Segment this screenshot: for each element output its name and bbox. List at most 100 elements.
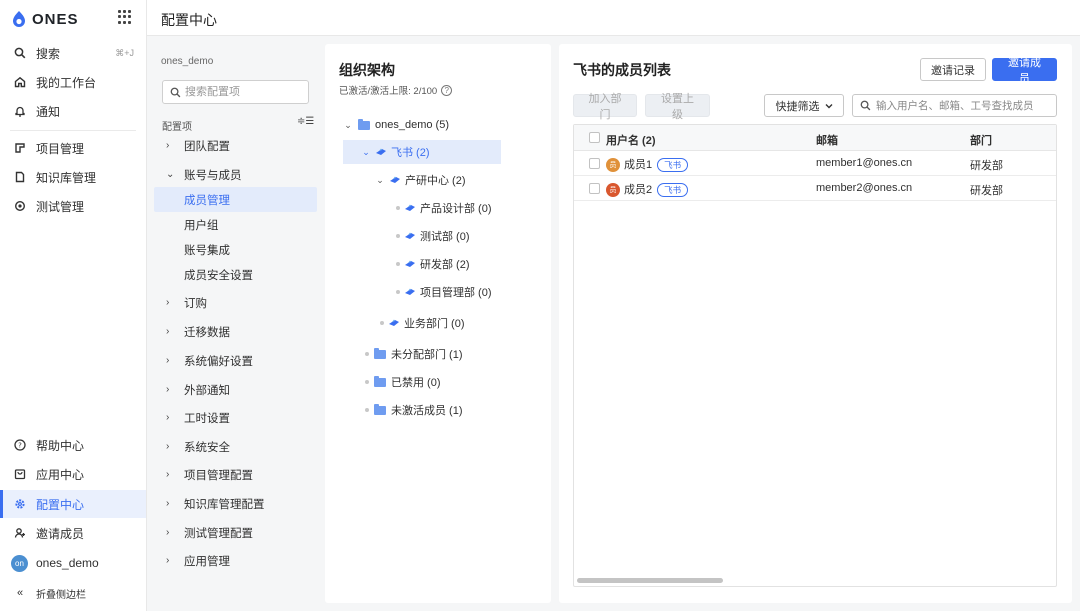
nav-notifications[interactable]: 通知	[0, 97, 146, 125]
cfg-testcase-config[interactable]: › 测试管理配置	[154, 520, 317, 545]
tree-node-label: 产品设计部 (0)	[420, 203, 492, 215]
member-search-box[interactable]	[852, 94, 1057, 117]
invite-member-button[interactable]: 邀请成员	[992, 57, 1057, 85]
help-icon: ?	[14, 439, 26, 451]
member-list-panel: 飞书的成员列表 邀请记录 邀请成员 加入部门 设置上级 快捷筛选 用户名 (2)…	[559, 44, 1072, 603]
tree-node-inactive[interactable]: 未激活成员 (1)	[365, 398, 463, 422]
tree-node-label: 未激活成员 (1)	[391, 405, 463, 417]
tree-node-rd-center[interactable]: ⌄ 产研中心 (2)	[375, 168, 466, 192]
table-row[interactable]: 员成员2 飞书 member2@ones.cn 研发部	[574, 176, 1056, 201]
cfg-worklog-settings[interactable]: › 工时设置	[154, 405, 317, 430]
quick-filter-dropdown[interactable]: 快捷筛选	[764, 94, 844, 117]
wiki-icon	[14, 171, 26, 183]
cfg-subscription[interactable]: › 订购	[154, 290, 317, 315]
page-title: 配置中心	[161, 12, 217, 28]
row-checkbox[interactable]	[589, 158, 600, 169]
folder-icon	[358, 118, 370, 130]
app-grid-icon[interactable]	[118, 10, 132, 24]
source-tag: 飞书	[657, 158, 689, 173]
nav-config-center[interactable]: 配置中心	[0, 490, 146, 518]
quick-filter-label: 快捷筛选	[775, 100, 820, 113]
cfg-data-migration[interactable]: › 迁移数据	[154, 319, 317, 344]
feishu-icon	[389, 319, 399, 326]
tree-node-label: 飞书 (2)	[391, 147, 430, 159]
search-shortcut: ⌘+J	[115, 47, 134, 58]
nav-testcase[interactable]: 测试管理	[0, 192, 146, 220]
bullet-dot-icon	[396, 206, 400, 210]
nav-invite-label: 邀请成员	[36, 526, 85, 541]
nav-testcase-label: 测试管理	[36, 199, 85, 214]
cfg-wiki-config[interactable]: › 知识库管理配置	[154, 491, 317, 516]
member-dept: 研发部	[970, 160, 1003, 172]
cfg-team-config[interactable]: › 团队配置	[154, 133, 317, 158]
chevron-right-icon: ›	[166, 297, 170, 308]
tree-node-pm-dept[interactable]: 项目管理部 (0)	[396, 280, 492, 304]
tree-node-feishu[interactable]: ⌄ 飞书 (2)	[343, 140, 501, 164]
cfg-system-preferences[interactable]: › 系统偏好设置	[154, 348, 317, 373]
select-all-checkbox[interactable]	[589, 132, 600, 143]
feishu-icon	[405, 204, 415, 211]
column-header-username[interactable]: 用户名 (2)	[606, 132, 656, 148]
config-search-box[interactable]	[162, 80, 309, 104]
nav-wiki[interactable]: 知识库管理	[0, 163, 146, 191]
ones-logo[interactable]: ONES	[10, 8, 79, 30]
bell-icon	[14, 105, 26, 117]
cfg-user-groups[interactable]: 用户组	[154, 212, 317, 237]
horizontal-scrollbar[interactable]	[577, 578, 723, 583]
cfg-label: 成员安全设置	[184, 269, 253, 282]
member-name: 成员1	[624, 159, 653, 171]
chevron-down-icon[interactable]: ⌄	[375, 175, 385, 186]
nav-invite-member[interactable]: 邀请成员	[0, 519, 146, 547]
nav-app-center[interactable]: 应用中心	[0, 460, 146, 488]
nav-search[interactable]: 搜索 ⌘+J	[0, 39, 146, 67]
cfg-account-integration[interactable]: 账号集成	[154, 237, 317, 262]
gear-icon	[14, 498, 26, 510]
chevron-right-icon: ›	[166, 527, 170, 538]
nav-user-profile[interactable]: on ones_demo	[0, 549, 146, 577]
cfg-member-security[interactable]: 成员安全设置	[154, 262, 317, 287]
tree-node-dev-dept[interactable]: 研发部 (2)	[396, 252, 470, 276]
sort-icon[interactable]: ≑☰	[297, 116, 314, 127]
set-manager-button[interactable]: 设置上级	[645, 93, 710, 121]
cfg-account-members[interactable]: ⌄ 账号与成员	[154, 162, 317, 187]
chevron-down-icon[interactable]: ⌄	[361, 147, 371, 158]
feishu-icon	[405, 260, 415, 267]
avatar: 员	[606, 183, 620, 198]
column-header-email[interactable]: 邮箱	[816, 132, 838, 148]
tree-node-product-design[interactable]: 产品设计部 (0)	[396, 196, 492, 220]
tree-node-label: 产研中心 (2)	[405, 175, 466, 187]
nav-workbench-label: 我的工作台	[36, 75, 97, 90]
cfg-external-notifications[interactable]: › 外部通知	[154, 377, 317, 402]
svg-text:?: ?	[18, 442, 22, 450]
nav-help-center[interactable]: ? 帮助中心	[0, 431, 146, 459]
cfg-system-security[interactable]: › 系统安全	[154, 434, 317, 459]
help-icon[interactable]: ?	[441, 84, 453, 96]
nav-project[interactable]: 项目管理	[0, 134, 146, 162]
invite-record-button[interactable]: 邀请记录	[920, 58, 986, 81]
tree-node-disabled[interactable]: 已禁用 (0)	[365, 370, 441, 394]
config-search-input[interactable]	[185, 86, 300, 98]
cfg-project-config[interactable]: › 项目管理配置	[154, 462, 317, 487]
add-to-dept-button[interactable]: 加入部门	[573, 93, 637, 121]
cfg-label: 项目管理配置	[184, 469, 253, 482]
nav-workbench[interactable]: 我的工作台	[0, 68, 146, 96]
tree-node-ones-demo[interactable]: ⌄ ones_demo (5)	[343, 113, 449, 137]
nav-search-label: 搜索	[36, 46, 61, 61]
table-row[interactable]: 员成员1 飞书 member1@ones.cn 研发部	[574, 151, 1056, 176]
bullet-dot-icon	[365, 380, 369, 384]
nav-divider	[10, 130, 136, 131]
member-search-input[interactable]	[876, 99, 1051, 112]
column-header-dept[interactable]: 部门	[970, 132, 992, 148]
tree-node-test-dept[interactable]: 测试部 (0)	[396, 224, 470, 248]
member-email: member2@ones.cn	[816, 182, 913, 194]
bullet-dot-icon	[380, 321, 384, 325]
row-checkbox[interactable]	[589, 183, 600, 194]
nav-collapse-sidebar[interactable]: « 折叠侧边栏	[0, 579, 146, 607]
chevron-right-icon: ›	[166, 498, 170, 509]
tree-node-unassigned[interactable]: 未分配部门 (1)	[365, 342, 463, 366]
tree-node-business-dept[interactable]: 业务部门 (0)	[380, 311, 465, 335]
cfg-member-management[interactable]: 成员管理	[154, 187, 317, 212]
cfg-app-management[interactable]: › 应用管理	[154, 548, 317, 573]
chevron-down-icon[interactable]: ⌄	[343, 120, 353, 131]
logo-text: ONES	[32, 10, 79, 28]
